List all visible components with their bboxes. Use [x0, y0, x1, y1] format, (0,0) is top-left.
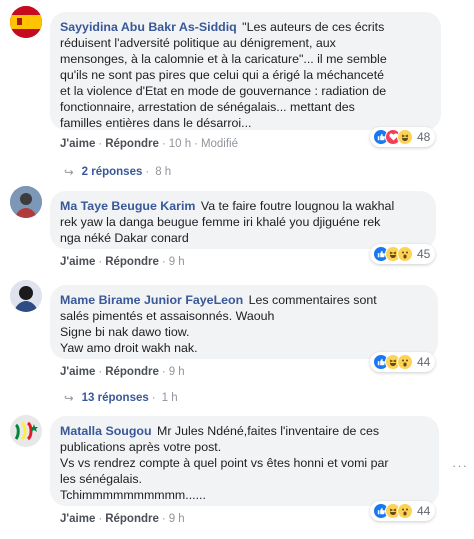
comment-text-line: Va te faire foutre lougnou la wakhal: [200, 199, 395, 213]
view-replies-link[interactable]: ↪ 13 réponses · 1 h: [64, 391, 181, 405]
replies-count: 13 réponses: [81, 392, 149, 404]
reaction-count: 44: [417, 504, 431, 518]
reactions-summary[interactable]: 48: [370, 127, 436, 147]
reply-link[interactable]: Répondre: [105, 366, 159, 378]
comment-text-line: Mr Jules Ndéné,faites l'inventaire de ce…: [157, 424, 380, 438]
comment-text-line: rek yaw la danga beugue femme iri khalé …: [60, 215, 381, 229]
reply-link[interactable]: Répondre: [105, 513, 159, 525]
comment-text-line: "Les auteurs de ces écrits: [242, 20, 385, 34]
comment-text-line: Signe bi nak dawo tiow.: [60, 325, 190, 339]
like-link[interactable]: J'aime: [60, 256, 95, 268]
spain-flag-icon: [10, 6, 42, 38]
replies-time: 8 h: [155, 166, 172, 178]
reactions-summary[interactable]: 44: [370, 352, 436, 372]
reply-link[interactable]: Répondre: [105, 138, 159, 150]
like-link[interactable]: J'aime: [60, 138, 95, 150]
profile-photo-icon: [10, 186, 42, 218]
comment-bubble: Ma Taye Beugue Karim Va te faire foutre …: [50, 191, 436, 249]
reaction-count: 44: [417, 355, 431, 369]
avatar[interactable]: [10, 415, 42, 447]
reply-arrow-icon: ↪: [64, 393, 74, 405]
reply-link[interactable]: Répondre: [105, 256, 159, 268]
replies-count: 2 réponses: [81, 166, 143, 178]
replies-time: 1 h: [161, 392, 178, 404]
like-link[interactable]: J'aime: [60, 513, 95, 525]
comment-text-line: Vs vs rendrez compte à quel point vs ête…: [60, 456, 389, 470]
reaction-count: 45: [417, 247, 431, 261]
comment-author[interactable]: Mame Birame Junior FayeLeon: [60, 293, 243, 307]
comment-actions: J'aime · Répondre · 9 h: [60, 513, 185, 525]
comment-bubble: Sayyidina Abu Bakr As-Siddiq "Les auteur…: [50, 12, 441, 130]
reactions-summary[interactable]: 44: [370, 501, 436, 521]
comment-author[interactable]: Sayyidina Abu Bakr As-Siddiq: [60, 20, 237, 34]
comment-text-line: Les commentaires sont: [248, 293, 377, 307]
comment-time[interactable]: 10 h: [169, 138, 191, 150]
comment-text-line: publications après votre post.: [60, 440, 222, 454]
view-replies-link[interactable]: ↪ 2 réponses · 8 h: [64, 165, 174, 179]
comment-text-line: qu'ils ne sont pas pires que celui qui a…: [60, 68, 385, 82]
profile-photo-icon: [10, 280, 42, 312]
reactions-summary[interactable]: 45: [370, 244, 436, 264]
haha-icon: [397, 129, 413, 145]
more-options-icon[interactable]: ···: [452, 458, 468, 473]
comment-actions: J'aime · Répondre · 10 h · Modifié: [60, 138, 239, 150]
comment-author[interactable]: Matalla Sougou: [60, 424, 152, 438]
reply-arrow-icon: ↪: [64, 167, 74, 179]
comment-text-line: nga néké Dakar conard: [60, 231, 189, 245]
comment-text-line: mensonges, à la calomnie et à la caricat…: [60, 52, 387, 66]
comment-time[interactable]: 9 h: [169, 256, 185, 268]
comment-text-line: familles entières dans le désarroi...: [60, 116, 252, 130]
edited-label: Modifié: [200, 138, 239, 150]
wow-icon: [397, 246, 413, 262]
comment-time[interactable]: 9 h: [169, 513, 185, 525]
like-link[interactable]: J'aime: [60, 366, 95, 378]
avatar[interactable]: [10, 6, 42, 38]
comment-actions: J'aime · Répondre · 9 h: [60, 366, 185, 378]
comment-bubble: Matalla Sougou Mr Jules Ndéné,faites l'i…: [50, 416, 439, 506]
comment-text-line: Yaw amo droit wakh nak.: [60, 341, 198, 355]
comment-actions: J'aime · Répondre · 9 h: [60, 256, 185, 268]
comment-text-line: Tchimmmmmmmmmm......: [60, 488, 206, 502]
comment-text-line: fonctionnaire, arrestation de sénégalais…: [60, 100, 355, 114]
comment-text-line: les sénégalais.: [60, 472, 142, 486]
avatar[interactable]: [10, 186, 42, 218]
avatar[interactable]: [10, 280, 42, 312]
comment-time[interactable]: 9 h: [169, 366, 185, 378]
comment-author[interactable]: Ma Taye Beugue Karim: [60, 199, 195, 213]
wow-icon: [397, 354, 413, 370]
comment-text-line: et la violence d'Etat en mode de gouvern…: [60, 84, 387, 98]
wow-icon: [397, 503, 413, 519]
comment-bubble: Mame Birame Junior FayeLeon Les commenta…: [50, 285, 438, 359]
comment-text-line: salés pimentés et assaisonnés. Waouh: [60, 309, 275, 323]
comment-text-line: réduisent l'adversité politique au dénig…: [60, 36, 336, 50]
reaction-count: 48: [417, 130, 431, 144]
senegal-flag-icon: [10, 415, 42, 447]
